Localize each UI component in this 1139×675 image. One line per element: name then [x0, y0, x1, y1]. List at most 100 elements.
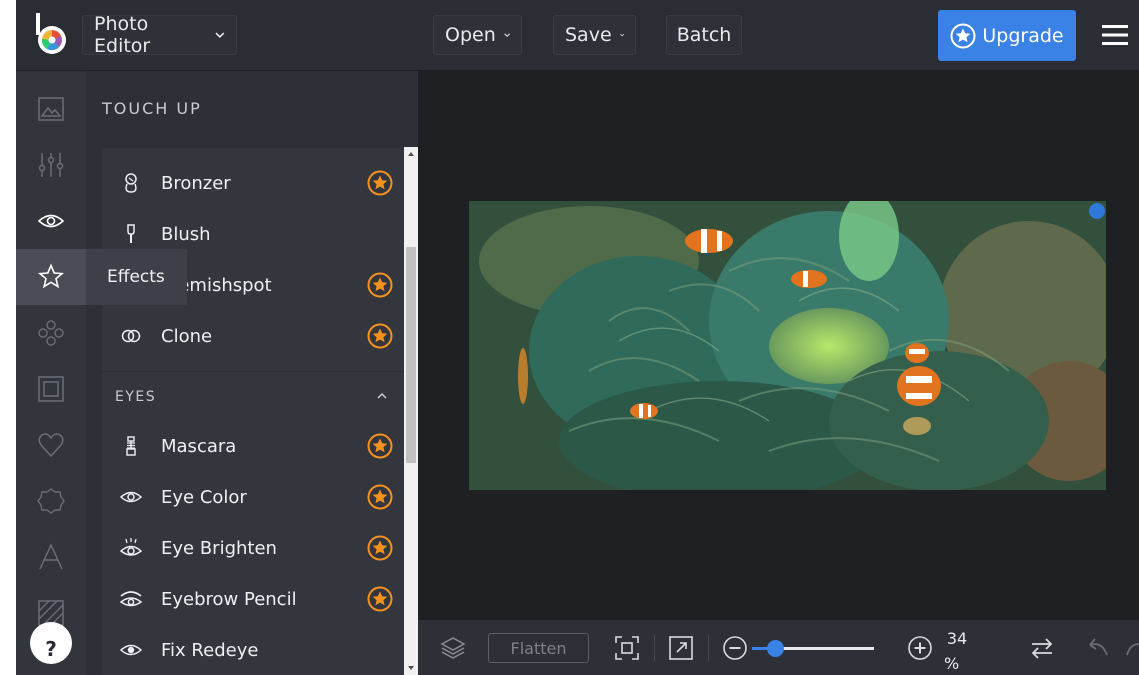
- rail-item-touch-up[interactable]: [16, 193, 86, 249]
- brush-icon: [127, 224, 135, 243]
- zoom-in-icon[interactable]: [907, 635, 933, 661]
- zoom-readout: 34 %: [942, 626, 972, 675]
- save-label: Save: [565, 24, 612, 46]
- rail-item-artsy[interactable]: [16, 305, 86, 361]
- tool-list: Bronzer Blush Blemishspot Clone EYES Mas…: [102, 148, 404, 675]
- redeye-icon: [120, 644, 142, 656]
- expand-icon[interactable]: [668, 635, 694, 661]
- premium-star-icon: [367, 272, 393, 298]
- rail-item-edit[interactable]: [16, 81, 86, 137]
- clownfish-3: [630, 403, 658, 419]
- upgrade-label: Upgrade: [982, 24, 1064, 47]
- frame-icon: [38, 376, 64, 402]
- menu-icon[interactable]: [1102, 24, 1128, 46]
- toolbar-divider: [708, 635, 709, 661]
- scrollbar-thumb[interactable]: [406, 247, 416, 463]
- tool-eye-brighten[interactable]: Eye Brighten: [102, 523, 404, 573]
- app-menu-dropdown[interactable]: Photo Editor: [82, 13, 237, 57]
- open-label: Open: [445, 24, 496, 46]
- zoom-value: 34: [946, 629, 968, 648]
- befunky-logo[interactable]: [30, 13, 72, 57]
- undo-icon[interactable]: [1085, 635, 1111, 661]
- layers-icon[interactable]: [440, 635, 466, 661]
- rail-item-frames[interactable]: [16, 361, 86, 417]
- upgrade-button[interactable]: Upgrade: [938, 10, 1076, 61]
- clone-icon: [121, 329, 141, 343]
- mascara-icon: [126, 436, 136, 456]
- tool-eyebrow-pencil[interactable]: Eyebrow Pencil: [102, 574, 404, 624]
- premium-star-icon: [367, 586, 393, 612]
- open-dropdown[interactable]: Open: [433, 15, 522, 55]
- rail-item-graphics[interactable]: [16, 417, 86, 473]
- chevron-down-icon: [504, 33, 510, 37]
- photo-editor-app: Photo Editor Open Save Batch Upgrade ? E…: [16, 0, 1139, 675]
- eye-icon: [37, 214, 65, 228]
- chevron-up-icon: [377, 392, 387, 399]
- scroll-up-icon[interactable]: [407, 150, 415, 158]
- star-icon: [38, 263, 64, 289]
- tools-panel: TOUCH UP Bronzer Blush Blemishspot Clone: [86, 71, 418, 675]
- flatten-label: Flatten: [510, 638, 567, 658]
- premium-star-icon: [367, 484, 393, 510]
- panel-title: TOUCH UP: [102, 99, 202, 118]
- clownfish-4: [791, 270, 827, 288]
- flip-icon[interactable]: [1029, 635, 1055, 661]
- eye-brighten-icon: [120, 538, 142, 556]
- fit-screen-icon[interactable]: [614, 635, 640, 661]
- premium-star-icon: [367, 433, 393, 459]
- tool-label: Mascara: [161, 435, 237, 457]
- save-dropdown[interactable]: Save: [553, 15, 636, 55]
- tool-label: Fix Redeye: [161, 639, 259, 661]
- section-label: EYES: [115, 388, 157, 405]
- tool-list-scrollbar[interactable]: [404, 147, 418, 675]
- tool-label: Eye Color: [161, 486, 247, 508]
- flatten-button[interactable]: Flatten: [488, 633, 589, 663]
- premium-star-icon: [367, 535, 393, 561]
- sliders-icon: [38, 153, 64, 177]
- help-label: ?: [45, 637, 57, 661]
- tool-bronzer[interactable]: Bronzer: [102, 158, 404, 208]
- tool-fix-redeye[interactable]: Fix Redeye: [102, 625, 404, 675]
- chevron-down-icon: [619, 33, 624, 37]
- premium-star-icon: [367, 323, 393, 349]
- tooltip-label: Effects: [107, 267, 165, 287]
- tool-label: Clone: [161, 325, 213, 347]
- category-rail: ?: [16, 71, 86, 675]
- tool-label: Eyebrow Pencil: [161, 588, 297, 610]
- bronzer-icon: [125, 173, 137, 193]
- app-menu-label: Photo Editor: [94, 13, 151, 57]
- image-icon: [38, 97, 64, 121]
- rail-item-text[interactable]: [16, 529, 86, 585]
- effects-tooltip: Effects: [86, 249, 187, 305]
- premium-star-icon: [367, 170, 393, 196]
- clownfish-1: [685, 229, 733, 253]
- eye-icon: [120, 491, 142, 503]
- badge-icon: [37, 488, 65, 514]
- star-badge-icon: [950, 23, 976, 48]
- chevron-down-icon: [215, 32, 225, 39]
- toolbar-divider: [654, 635, 655, 661]
- tool-label: Bronzer: [161, 172, 231, 194]
- heart-icon: [38, 433, 64, 458]
- tool-label: Eye Brighten: [161, 537, 277, 559]
- zoom-out-icon[interactable]: [722, 635, 748, 661]
- tool-eye-color[interactable]: Eye Color: [102, 472, 404, 522]
- zoom-slider-handle[interactable]: [766, 640, 784, 657]
- help-button[interactable]: ?: [30, 622, 72, 664]
- tool-clone[interactable]: Clone: [102, 311, 404, 361]
- tool-mascara[interactable]: Mascara: [102, 421, 404, 471]
- tool-label: Blush: [161, 223, 211, 245]
- scroll-down-icon[interactable]: [407, 664, 415, 672]
- batch-label: Batch: [676, 24, 732, 46]
- rail-item-adjust[interactable]: [16, 137, 86, 193]
- zoom-unit: %: [944, 654, 960, 673]
- batch-button[interactable]: Batch: [666, 15, 742, 55]
- section-eyes-header[interactable]: EYES: [102, 371, 404, 421]
- redo-icon[interactable]: [1125, 635, 1139, 661]
- clownfish-photo[interactable]: [469, 201, 1106, 490]
- rail-item-overlays[interactable]: [16, 473, 86, 529]
- eyebrow-icon: [120, 591, 142, 607]
- rail-item-effects[interactable]: [16, 249, 86, 305]
- image-canvas[interactable]: [418, 71, 1139, 620]
- top-bar: Photo Editor Open Save Batch Upgrade: [16, 0, 1139, 71]
